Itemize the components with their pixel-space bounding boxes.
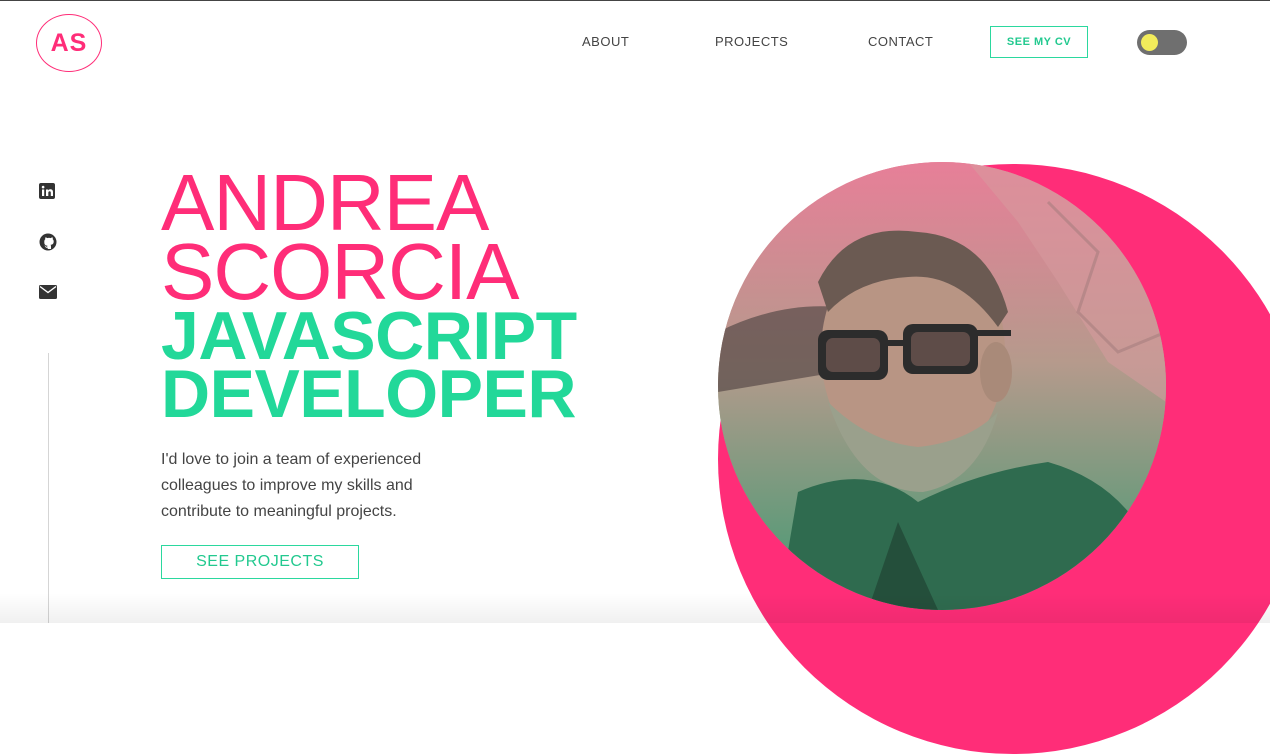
- bottom-shadow: [0, 593, 1270, 623]
- top-border: [0, 0, 1270, 1]
- hero-role-line-2: DEVELOPER: [161, 356, 576, 432]
- logo-text: AS: [50, 28, 88, 57]
- nav-about[interactable]: ABOUT: [582, 34, 629, 49]
- nav-contact[interactable]: CONTACT: [868, 34, 933, 49]
- profile-photo: [718, 162, 1166, 610]
- linkedin-icon[interactable]: [39, 183, 57, 201]
- see-projects-button[interactable]: SEE PROJECTS: [161, 545, 359, 579]
- nav-projects[interactable]: PROJECTS: [715, 34, 788, 49]
- logo[interactable]: AS: [36, 14, 102, 72]
- profile-photo-illustration: [718, 162, 1166, 610]
- social-divider-line: [48, 353, 49, 623]
- github-icon[interactable]: [39, 233, 57, 251]
- hero-intro-text: I'd love to join a team of experienced c…: [161, 451, 422, 520]
- mail-icon[interactable]: [39, 285, 57, 303]
- theme-toggle-knob: [1141, 34, 1158, 51]
- theme-toggle[interactable]: [1137, 30, 1187, 55]
- see-cv-button[interactable]: SEE MY CV: [990, 26, 1088, 58]
